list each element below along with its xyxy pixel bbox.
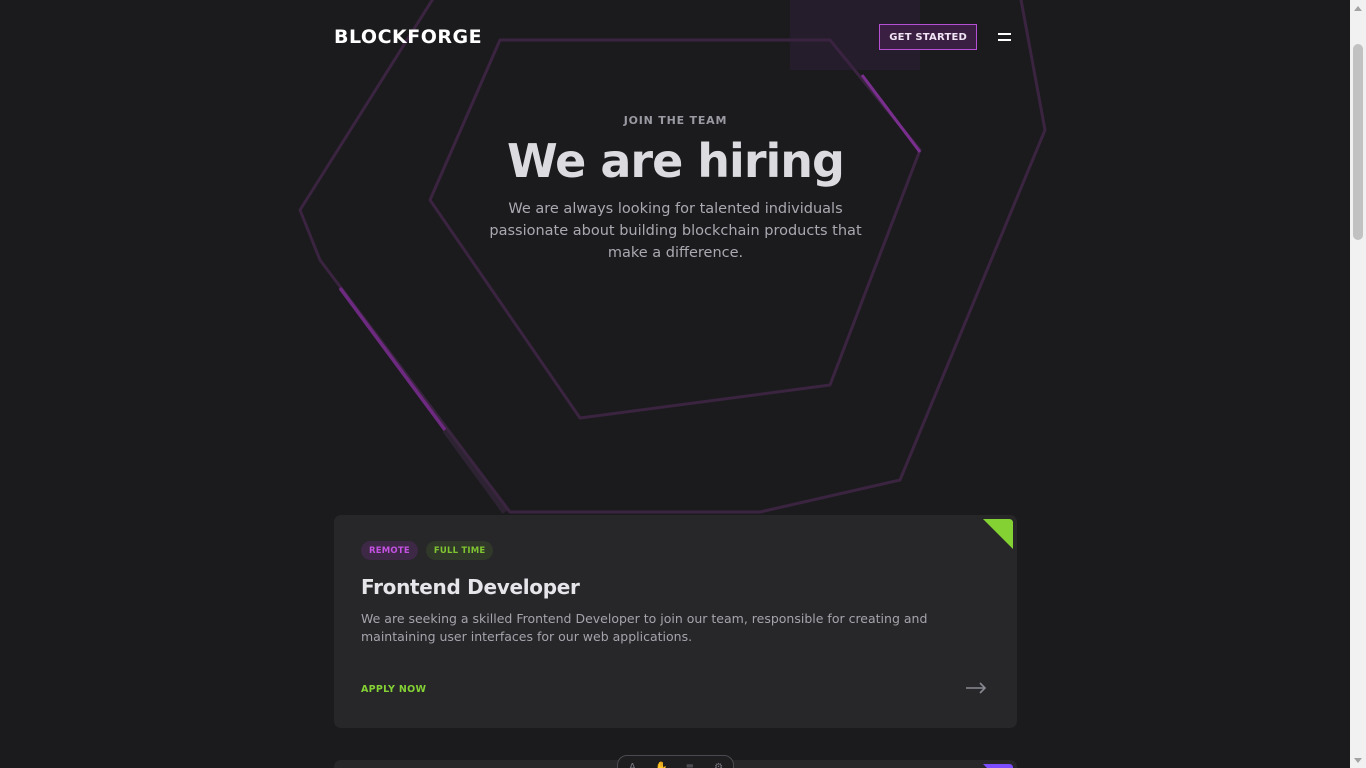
- site-header: BLOCKFORGE GET STARTED: [334, 20, 1017, 54]
- arrow-right-icon[interactable]: [965, 681, 987, 695]
- header-actions: GET STARTED: [879, 24, 1017, 50]
- tag-remote: REMOTE: [361, 541, 418, 560]
- scroll-up-arrow-icon[interactable]: [1350, 0, 1366, 16]
- hamburger-menu-icon[interactable]: [991, 24, 1017, 50]
- menu-line: [997, 39, 1011, 41]
- hero-description: We are always looking for talented indiv…: [489, 200, 862, 261]
- hero-eyebrow: JOIN THE TEAM: [623, 114, 728, 127]
- get-started-button[interactable]: GET STARTED: [879, 24, 977, 50]
- floating-toolbar: A ✋ ≡ ⚙: [617, 755, 734, 768]
- hero-section: JOIN THE TEAM We are hiring We are alway…: [334, 114, 1017, 264]
- scroll-down-arrow-icon[interactable]: [1350, 752, 1366, 768]
- settings-icon[interactable]: ⚙: [713, 762, 725, 768]
- job-title: Frontend Developer: [361, 575, 580, 599]
- hand-icon[interactable]: ✋: [655, 762, 667, 768]
- job-tags: REMOTE FULL TIME: [361, 541, 494, 560]
- job-description: We are seeking a skilled Frontend Develo…: [361, 611, 928, 644]
- page-title: We are hiring: [507, 134, 845, 188]
- brand-logo[interactable]: BLOCKFORGE: [334, 26, 482, 48]
- filter-icon[interactable]: ≡: [684, 762, 696, 768]
- scroll-thumb[interactable]: [1353, 44, 1363, 240]
- scrollbar[interactable]: [1350, 0, 1366, 768]
- apply-now-link[interactable]: APPLY NOW: [361, 684, 426, 695]
- page: BLOCKFORGE GET STARTED JOIN THE TEAM We …: [0, 0, 1366, 768]
- corner-accent-green: [983, 519, 1013, 549]
- job-card: REMOTE FULL TIME Frontend Developer We a…: [334, 515, 1017, 728]
- corner-accent-violet: [983, 764, 1013, 768]
- menu-line: [997, 33, 1011, 35]
- tag-full-time: FULL TIME: [425, 541, 494, 560]
- text-icon[interactable]: A: [626, 762, 638, 768]
